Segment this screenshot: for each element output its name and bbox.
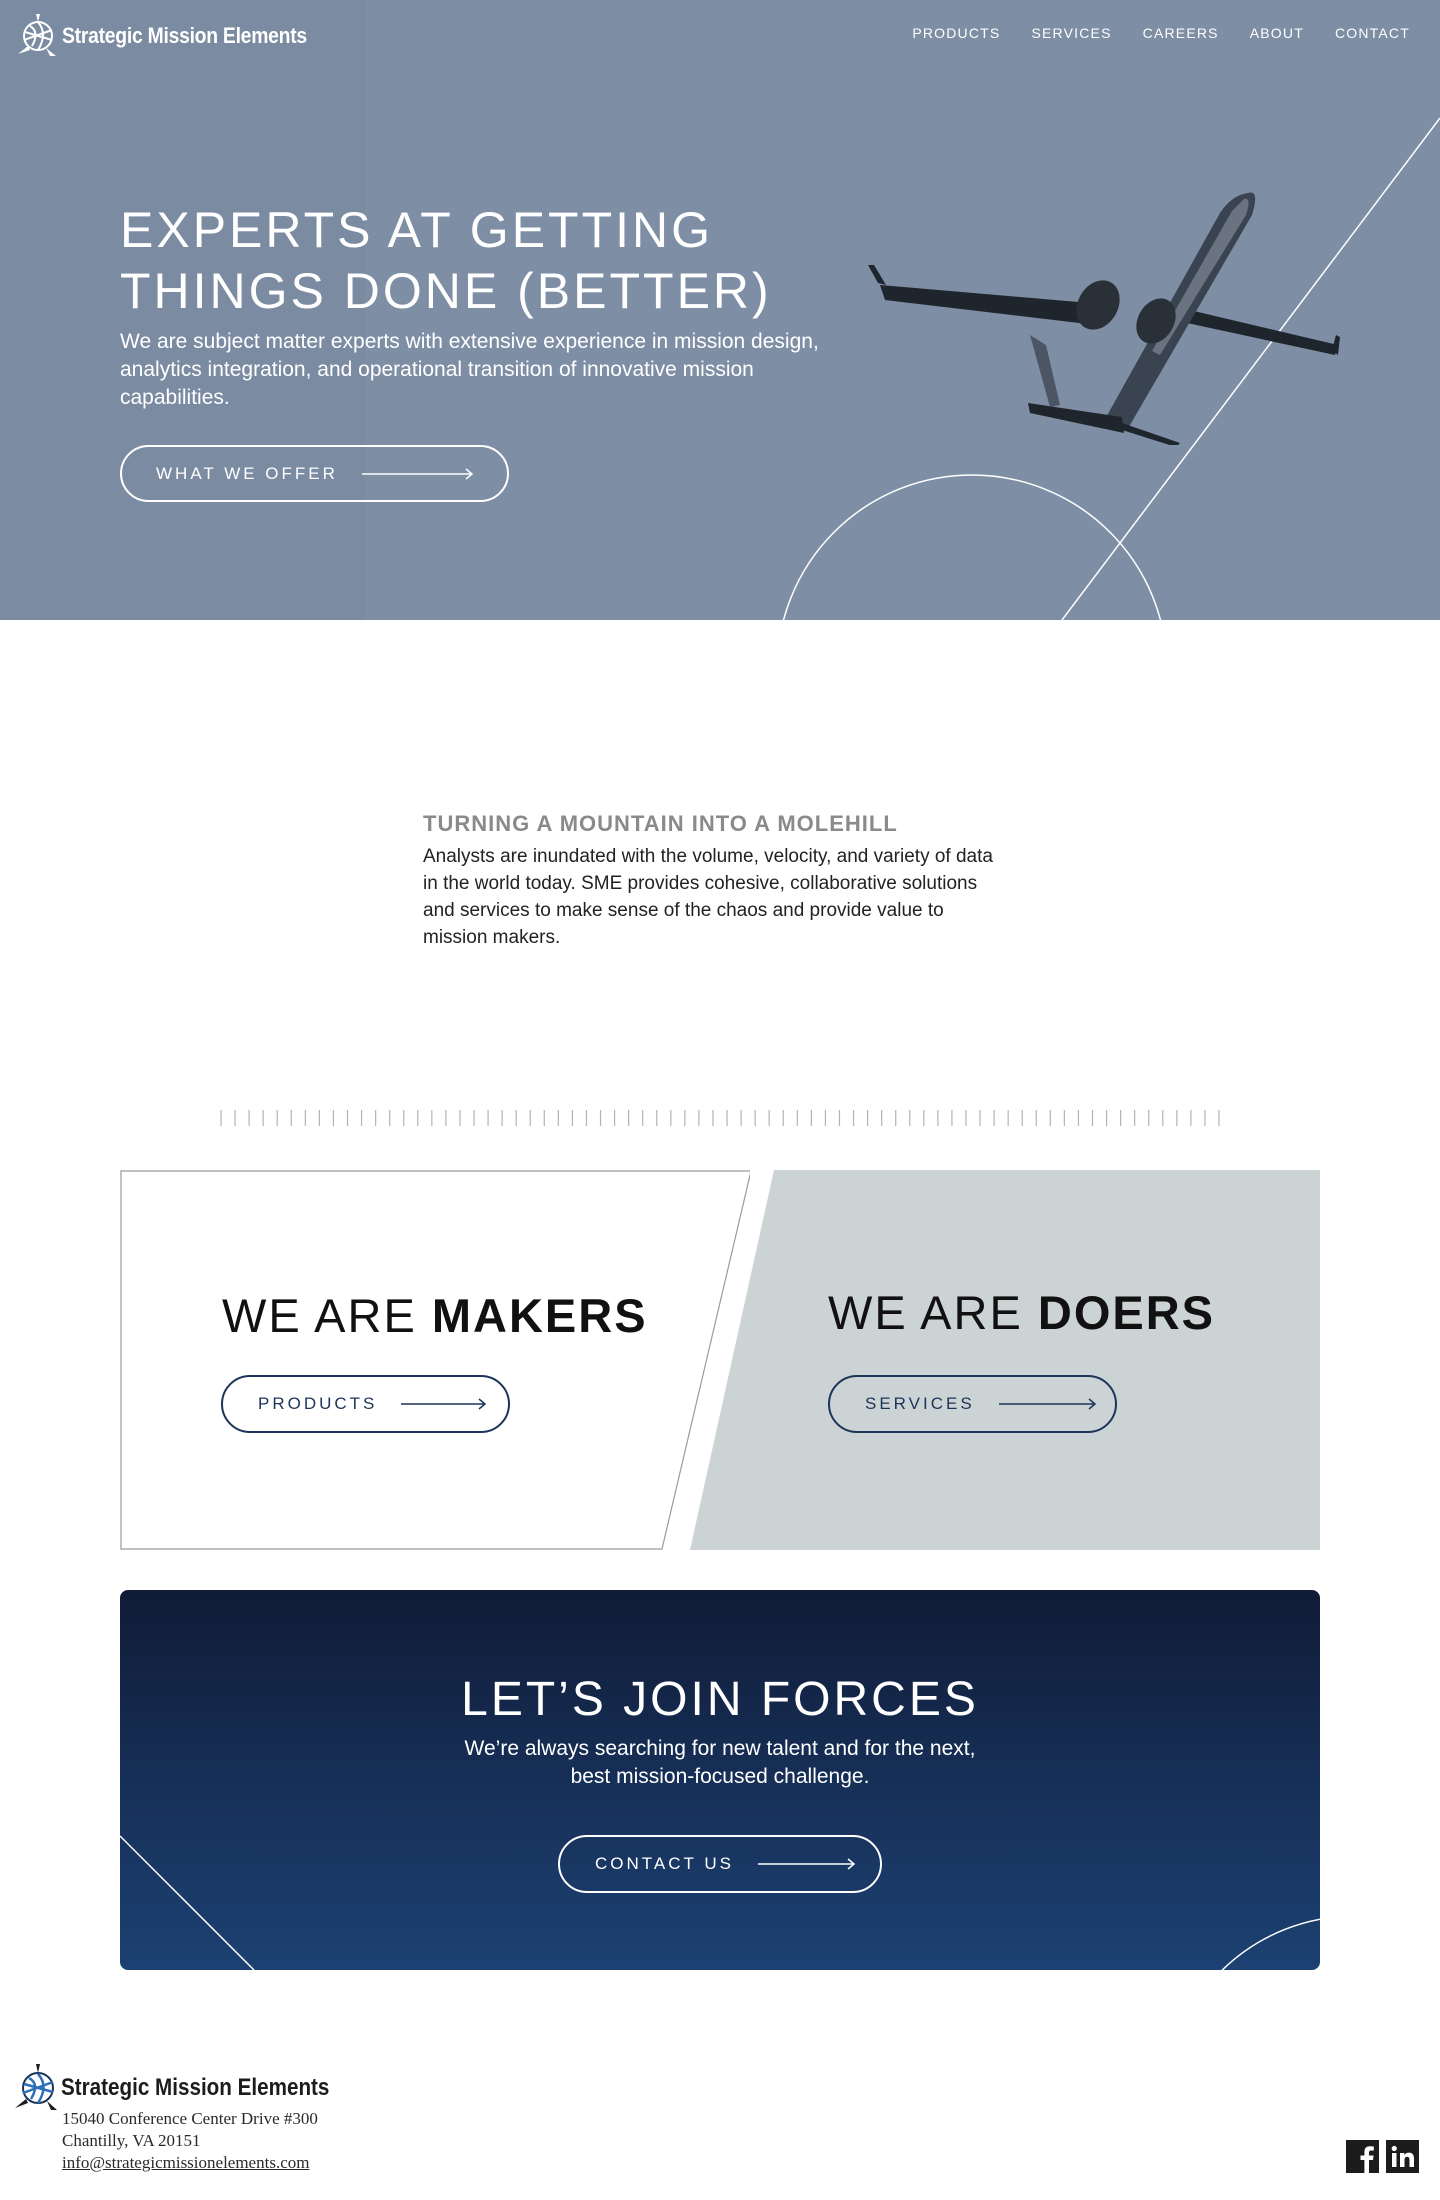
- email-link[interactable]: info@strategicmissionelements.com: [62, 2153, 309, 2172]
- doers-title-bold: DOERS: [1037, 1286, 1216, 1339]
- header-logo[interactable]: Strategic Mission Elements: [16, 12, 340, 60]
- hero-title-line2: THINGS DONE (BETTER): [120, 263, 772, 319]
- nav-item-careers[interactable]: CAREERS: [1143, 25, 1219, 41]
- linkedin-icon[interactable]: [1386, 2140, 1419, 2173]
- nav-item-services[interactable]: SERVICES: [1031, 25, 1111, 41]
- address-line1: 15040 Conference Center Drive #300: [62, 2109, 318, 2128]
- products-button[interactable]: PRODUCTS: [221, 1375, 510, 1433]
- doers-title-lead: WE ARE: [828, 1286, 1038, 1339]
- arrow-right-icon: [998, 1398, 1096, 1410]
- footer-brand-name: Strategic Mission Elements: [61, 2074, 330, 2101]
- intro-title: TURNING A MOUNTAIN INTO A MOLEHILL: [423, 811, 898, 836]
- globe-logo-icon: [15, 2064, 57, 2110]
- footer-address: 15040 Conference Center Drive #300 Chant…: [62, 2108, 318, 2174]
- cta-subtitle: We’re always searching for new talent an…: [420, 1735, 1020, 1791]
- facebook-icon[interactable]: [1346, 2140, 1379, 2173]
- cta-subtitle-line2: best mission-focused challenge.: [570, 1765, 870, 1788]
- doers-panel: [690, 1170, 1320, 1550]
- arrow-right-icon: [361, 467, 474, 480]
- hero-section: Strategic Mission Elements PRODUCTS SERV…: [0, 0, 1440, 620]
- makers-title-lead: WE ARE: [222, 1289, 432, 1342]
- products-button-label: PRODUCTS: [258, 1394, 378, 1413]
- arrow-right-icon: [757, 1858, 856, 1870]
- arrow-right-icon: [401, 1398, 487, 1410]
- cta-title: LET’S JOIN FORCES: [461, 1673, 979, 1726]
- contact-us-button[interactable]: CONTACT US: [558, 1835, 882, 1893]
- brand-name: Strategic Mission Elements: [62, 23, 307, 48]
- services-button[interactable]: SERVICES: [828, 1375, 1117, 1433]
- doers-title: WE ARE DOERS: [828, 1285, 1215, 1340]
- what-we-offer-label: WHAT WE OFFER: [156, 463, 338, 483]
- airplane-image: [868, 192, 1340, 445]
- nav-item-about[interactable]: ABOUT: [1250, 25, 1304, 41]
- services-button-label: SERVICES: [865, 1394, 975, 1413]
- intro-text: Analysts are inundated with the volume, …: [423, 846, 993, 948]
- what-we-offer-button[interactable]: WHAT WE OFFER: [120, 445, 509, 502]
- globe-logo-icon: [18, 14, 56, 56]
- contact-us-label: CONTACT US: [595, 1854, 734, 1873]
- cta-subtitle-line1: We’re always searching for new talent an…: [464, 1737, 976, 1760]
- main-nav: PRODUCTS SERVICES CAREERS ABOUT CONTACT: [912, 25, 1410, 41]
- nav-item-products[interactable]: PRODUCTS: [912, 25, 1000, 41]
- makers-title-bold: MAKERS: [431, 1289, 648, 1342]
- hero-subtitle: We are subject matter experts with exten…: [120, 330, 819, 409]
- footer-logo[interactable]: Strategic Mission Elements: [13, 2062, 373, 2114]
- address-line2: Chantilly, VA 20151: [62, 2131, 201, 2150]
- site-header: Strategic Mission Elements PRODUCTS SERV…: [0, 0, 1440, 70]
- nav-item-contact[interactable]: CONTACT: [1335, 25, 1410, 41]
- hero-title: EXPERTS AT GETTING THINGS DONE (BETTER): [120, 200, 820, 322]
- join-forces-section: LET’S JOIN FORCES We’re always searching…: [120, 1590, 1320, 1970]
- hero-title-line1: EXPERTS AT GETTING: [120, 202, 714, 258]
- makers-panel: [120, 1170, 750, 1550]
- tick-divider: [220, 1110, 1220, 1126]
- makers-title: WE ARE MAKERS: [222, 1288, 648, 1343]
